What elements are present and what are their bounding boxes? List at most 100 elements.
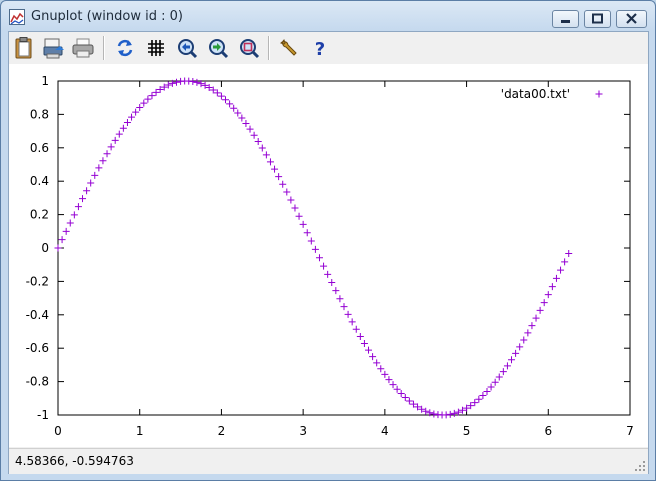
data-point bbox=[348, 318, 356, 326]
status-bar: 4.58366, -0.594763 bbox=[9, 448, 648, 474]
mouse-coordinates: 4.58366, -0.594763 bbox=[15, 454, 134, 468]
client-area: ? 0 1 2 3 4 5 6 7 1 0.8 0.6 0.4 0.2 0 -0.2 -0.4 -0.6 -0.8… bbox=[8, 31, 649, 474]
data-point bbox=[352, 325, 360, 333]
data-point bbox=[103, 150, 111, 158]
data-point bbox=[246, 125, 254, 133]
data-point bbox=[397, 390, 405, 398]
wrench-icon bbox=[280, 39, 297, 56]
x-tick-label: 6 bbox=[544, 424, 552, 438]
data-point bbox=[111, 136, 119, 144]
data-point bbox=[275, 173, 283, 181]
data-point bbox=[262, 151, 270, 159]
help-button[interactable]: ? bbox=[308, 36, 332, 60]
data-point bbox=[311, 245, 319, 253]
grid-button[interactable] bbox=[144, 36, 168, 60]
data-point bbox=[250, 131, 258, 139]
next-zoom-button[interactable] bbox=[206, 36, 230, 60]
previous-zoom-button[interactable] bbox=[175, 36, 199, 60]
print-preview-button[interactable] bbox=[42, 36, 66, 60]
gnuplot-chart: 0 1 2 3 4 5 6 7 1 0.8 0.6 0.4 0.2 0 -0.2 -0.4 -0.6 -0.8 -1… bbox=[26, 74, 634, 438]
y-tick-label: 0.4 bbox=[30, 174, 49, 188]
minimize-button[interactable] bbox=[552, 10, 579, 28]
help-icon: ? bbox=[315, 39, 325, 60]
maximize-icon bbox=[592, 13, 603, 24]
clipboard-icon bbox=[15, 37, 32, 59]
data-point bbox=[373, 359, 381, 367]
data-point bbox=[172, 78, 180, 86]
y-tick-label: -0.2 bbox=[26, 274, 49, 288]
data-point bbox=[95, 164, 103, 172]
data-point bbox=[107, 143, 115, 151]
data-point bbox=[320, 262, 328, 270]
data-point bbox=[365, 346, 373, 354]
data-point bbox=[369, 353, 377, 361]
data-point bbox=[58, 236, 66, 244]
data-point bbox=[315, 254, 323, 262]
maximize-button[interactable] bbox=[584, 10, 611, 28]
gnuplot-app-icon bbox=[9, 9, 25, 25]
data-point bbox=[307, 237, 315, 245]
data-point bbox=[303, 229, 311, 237]
copy-clipboard-button[interactable] bbox=[12, 36, 36, 60]
close-button[interactable] bbox=[616, 10, 647, 28]
data-point bbox=[520, 336, 528, 344]
data-point bbox=[536, 306, 544, 314]
x-tick-label: 5 bbox=[463, 424, 471, 438]
close-icon bbox=[626, 13, 637, 24]
data-point bbox=[528, 322, 536, 330]
data-point bbox=[242, 119, 250, 127]
data-point bbox=[503, 362, 511, 370]
data-point bbox=[234, 109, 242, 117]
data-point bbox=[291, 204, 299, 212]
title-bar[interactable]: Gnuplot (window id : 0) bbox=[1, 1, 655, 31]
data-point bbox=[328, 279, 336, 287]
data-point bbox=[132, 108, 140, 116]
options-button[interactable] bbox=[277, 36, 301, 60]
zoom-next-icon bbox=[209, 39, 229, 59]
data-point bbox=[512, 349, 520, 357]
x-tick-label: 7 bbox=[626, 424, 634, 438]
data-point bbox=[495, 373, 503, 381]
data-point bbox=[123, 119, 131, 127]
data-point bbox=[532, 314, 540, 322]
data-point bbox=[295, 212, 303, 220]
data-point bbox=[99, 157, 107, 165]
printer-icon bbox=[72, 38, 94, 58]
toolbar-separator bbox=[103, 36, 105, 60]
data-point bbox=[516, 343, 524, 351]
print-button[interactable] bbox=[71, 36, 95, 60]
data-point bbox=[91, 171, 99, 179]
data-point bbox=[430, 410, 438, 418]
y-tick-label: 0.8 bbox=[30, 107, 49, 121]
data-point bbox=[344, 310, 352, 318]
data-point bbox=[508, 356, 516, 364]
data-point bbox=[405, 397, 413, 405]
data-point bbox=[79, 195, 87, 203]
data-point bbox=[54, 244, 62, 252]
data-point bbox=[266, 158, 274, 166]
y-tick-label: -1 bbox=[37, 408, 49, 422]
resize-grip-icon[interactable] bbox=[634, 460, 646, 472]
data-point bbox=[144, 95, 152, 103]
data-point bbox=[140, 99, 148, 107]
plot-frame bbox=[57, 80, 631, 416]
y-tick-label: -0.4 bbox=[26, 308, 49, 322]
data-point bbox=[450, 409, 458, 417]
data-point bbox=[561, 258, 569, 266]
toolbar-separator bbox=[268, 36, 270, 60]
autoscale-button[interactable] bbox=[237, 36, 261, 60]
data-point bbox=[271, 165, 279, 173]
data-point bbox=[548, 283, 556, 291]
x-tick-label: 1 bbox=[136, 424, 144, 438]
data-point bbox=[389, 381, 397, 389]
data-point bbox=[487, 383, 495, 391]
data-point bbox=[254, 137, 262, 145]
data-point bbox=[393, 385, 401, 393]
plot-area[interactable]: 0 1 2 3 4 5 6 7 1 0.8 0.6 0.4 0.2 0 -0.2 -0.4 -0.6 -0.8 -1… bbox=[9, 64, 648, 447]
data-point bbox=[119, 124, 127, 132]
data-point bbox=[483, 387, 491, 395]
replot-button[interactable] bbox=[113, 36, 137, 60]
x-tick-label: 4 bbox=[381, 424, 389, 438]
window-title: Gnuplot (window id : 0) bbox=[31, 9, 183, 24]
data-point bbox=[74, 203, 82, 211]
